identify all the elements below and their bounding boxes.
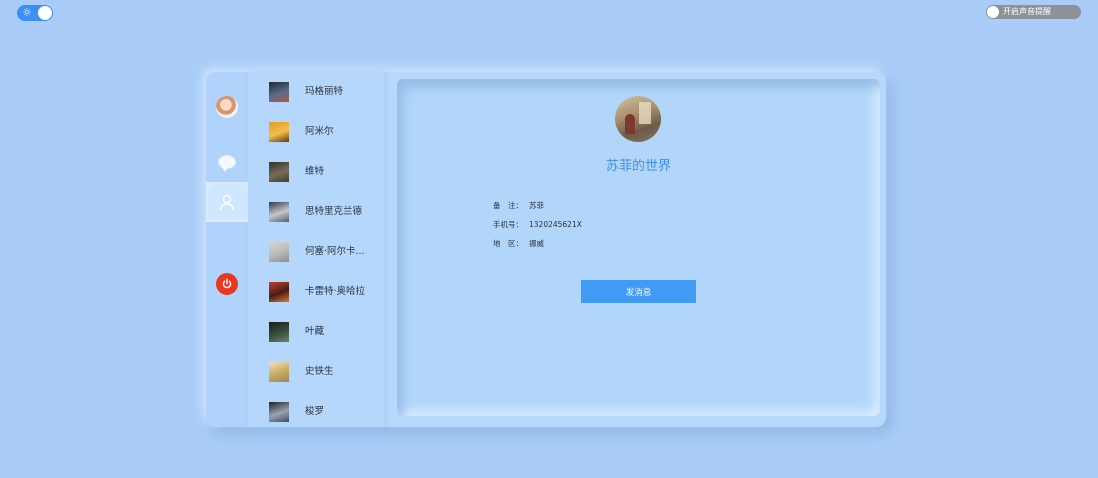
person-icon <box>220 194 234 210</box>
power-icon <box>216 273 238 295</box>
sound-reminder-toggle[interactable]: 开启声音提醒 <box>986 5 1081 19</box>
contact-name: 何塞·阿尔卡... <box>305 246 365 257</box>
contact-thumbnail <box>269 282 289 302</box>
phone-label: 手机号： <box>493 220 523 229</box>
remark-label: 备 注： <box>493 201 523 210</box>
phone-row: 手机号： 1320245621X <box>493 219 582 230</box>
sun-icon: ☼ <box>22 6 32 19</box>
contact-item[interactable]: 史铁生 <box>248 352 384 392</box>
contact-thumbnail <box>269 322 289 342</box>
region-row: 地 区： 挪威 <box>493 238 544 249</box>
region-label: 地 区： <box>493 239 523 248</box>
contact-thumbnail <box>269 362 289 382</box>
contact-item[interactable]: 梭罗 <box>248 392 384 427</box>
contact-detail-panel: 苏菲的世界 备 注： 苏菲 手机号： 1320245621X 地 区： 挪威 发消息 <box>397 79 880 416</box>
phone-value: 1320245621X <box>529 220 582 229</box>
toggle-knob <box>38 6 52 20</box>
contact-list: 玛格丽特阿米尔维特思特里克兰德 何塞·阿尔卡... 卡雷特·奥哈拉 叶藏史铁生梭罗 <box>248 72 384 427</box>
contact-name: 叶藏 <box>305 326 325 337</box>
contact-thumbnail <box>269 242 289 262</box>
contact-name: 史铁生 <box>305 366 334 377</box>
contact-item[interactable]: 玛格丽特 <box>248 72 384 112</box>
toggle-knob <box>987 6 999 18</box>
contact-thumbnail <box>269 122 289 142</box>
contact-name: 苏菲的世界 <box>605 159 671 174</box>
remark-row: 备 注： 苏菲 <box>493 200 544 211</box>
logout-button[interactable] <box>206 264 248 304</box>
nav-chat-button[interactable] <box>206 142 248 182</box>
remark-value: 苏菲 <box>529 201 544 210</box>
contact-name: 维特 <box>305 166 325 177</box>
contact-name: 梭罗 <box>305 406 325 417</box>
theme-toggle[interactable]: ☼ <box>17 5 53 21</box>
region-value: 挪威 <box>529 239 544 248</box>
contact-item[interactable]: 何塞·阿尔卡... <box>248 232 384 272</box>
contact-item[interactable]: 思特里克兰德 <box>248 192 384 232</box>
contact-item[interactable]: 阿米尔 <box>248 112 384 152</box>
chat-bubble-icon <box>218 155 236 172</box>
contact-thumbnail <box>269 202 289 222</box>
chat-window: 玛格丽特阿米尔维特思特里克兰德 何塞·阿尔卡... 卡雷特·奥哈拉 叶藏史铁生梭罗 苏… <box>206 72 886 427</box>
contact-item[interactable]: 卡雷特·奥哈拉 <box>248 272 384 312</box>
contact-avatar <box>615 96 661 142</box>
contact-name: 卡雷特·奥哈拉 <box>305 286 366 297</box>
nav-rail <box>206 72 248 427</box>
contact-thumbnail <box>269 82 289 102</box>
contact-thumbnail <box>269 162 289 182</box>
contact-item[interactable]: 叶藏 <box>248 312 384 352</box>
nav-contacts-button[interactable] <box>206 182 248 222</box>
sound-reminder-label: 开启声音提醒 <box>1003 7 1051 16</box>
contact-item[interactable]: 维特 <box>248 152 384 192</box>
send-message-button[interactable]: 发消息 <box>581 280 696 303</box>
contact-name: 阿米尔 <box>305 126 334 137</box>
contact-name: 思特里克兰德 <box>305 206 363 217</box>
contact-thumbnail <box>269 402 289 422</box>
user-avatar[interactable] <box>216 96 238 118</box>
contact-name: 玛格丽特 <box>305 86 344 97</box>
